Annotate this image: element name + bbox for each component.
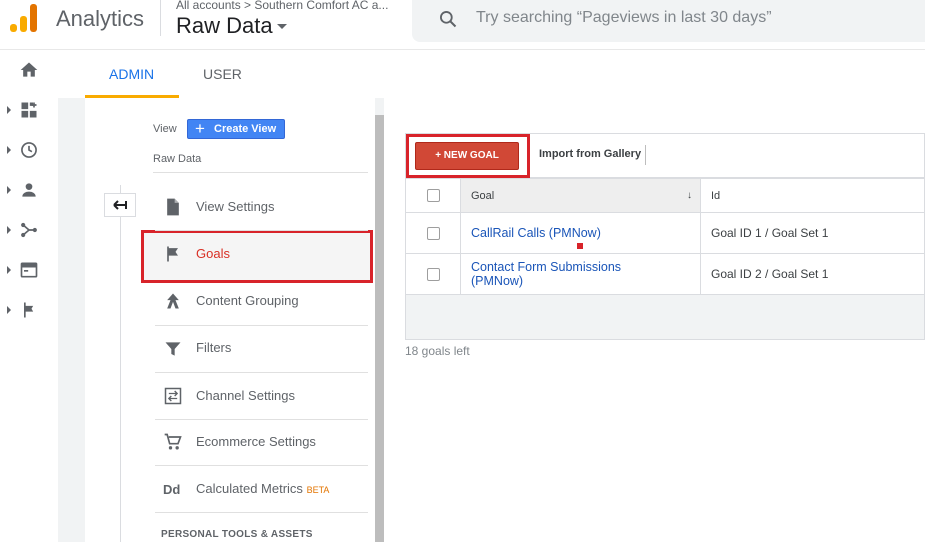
row-checkbox[interactable] bbox=[426, 267, 440, 281]
chevron-right-icon bbox=[7, 106, 11, 114]
chevron-right-icon bbox=[7, 146, 11, 154]
menu-item-content-grouping[interactable]: Content Grouping bbox=[155, 278, 368, 324]
menu-label: Filters bbox=[196, 340, 232, 355]
goals-left-text: 18 goals left bbox=[405, 344, 470, 358]
search-icon bbox=[440, 11, 457, 28]
tree-line bbox=[120, 185, 121, 542]
new-goal-highlight-box bbox=[406, 134, 530, 178]
view-column-scrollbar[interactable] bbox=[375, 115, 384, 542]
goals-table: Goal ↓ Id CallRail Calls (PMNow) Goal ID… bbox=[405, 178, 925, 295]
nav-realtime[interactable] bbox=[0, 130, 58, 170]
back-button[interactable] bbox=[104, 193, 136, 217]
channel-icon bbox=[164, 387, 182, 405]
view-label: View bbox=[153, 123, 177, 135]
goal-link[interactable]: CallRail Calls (PMNow) bbox=[471, 226, 601, 240]
menu-label: Content Grouping bbox=[196, 293, 299, 308]
toolbar-divider bbox=[645, 145, 646, 165]
menu-label: View Settings bbox=[196, 199, 275, 214]
tab-user[interactable]: USER bbox=[203, 66, 242, 82]
sort-arrow-icon: ↓ bbox=[687, 190, 692, 201]
dashboard-icon bbox=[21, 102, 37, 118]
section-header: PERSONAL TOOLS & ASSETS bbox=[161, 529, 313, 540]
table-header-row: Goal ↓ Id bbox=[405, 178, 925, 213]
nav-behavior[interactable] bbox=[0, 250, 58, 290]
view-selected[interactable]: Raw Data bbox=[153, 153, 201, 165]
row-checkbox-cell bbox=[405, 212, 461, 254]
nav-audience[interactable] bbox=[0, 170, 58, 210]
goal-header-label: Goal bbox=[471, 189, 495, 202]
breadcrumb[interactable]: All accounts > Southern Comfort AC a... bbox=[176, 0, 388, 12]
create-view-button[interactable]: + Create View bbox=[187, 119, 285, 139]
id-cell: Goal ID 2 / Goal Set 1 bbox=[700, 253, 925, 295]
analytics-logo-icon[interactable] bbox=[10, 4, 38, 32]
goal-cell: Contact Form Submissions (PMNow) bbox=[460, 253, 701, 295]
menu-item-view-settings[interactable]: View Settings bbox=[155, 184, 368, 230]
search-bar[interactable]: Try searching “Pageviews in last 30 days… bbox=[412, 0, 925, 42]
chevron-right-icon bbox=[7, 226, 11, 234]
cart-icon bbox=[164, 433, 182, 450]
behavior-icon bbox=[20, 262, 38, 278]
menu-item-filters[interactable]: Filters bbox=[155, 326, 368, 372]
view-selector[interactable]: Raw Data bbox=[176, 13, 273, 39]
select-all-cell bbox=[405, 178, 461, 213]
row-checkbox-cell bbox=[405, 253, 461, 295]
tab-admin[interactable]: ADMIN bbox=[109, 66, 154, 82]
left-nav bbox=[0, 50, 58, 542]
divider bbox=[153, 172, 368, 173]
menu-item-channel-settings[interactable]: Channel Settings bbox=[155, 373, 368, 419]
acquisition-icon bbox=[21, 222, 37, 238]
id-column-header[interactable]: Id bbox=[700, 178, 925, 213]
document-icon bbox=[167, 198, 179, 216]
content-grouping-icon bbox=[167, 293, 179, 309]
nav-home[interactable] bbox=[0, 50, 58, 90]
arrow-left-icon bbox=[113, 200, 127, 210]
annotation-marker bbox=[577, 243, 583, 249]
menu-label-text: Calculated Metrics bbox=[196, 481, 303, 496]
goal-column-header[interactable]: Goal ↓ bbox=[460, 178, 701, 213]
menu-item-calculated-metrics[interactable]: Dd Calculated Metrics BETA bbox=[155, 466, 368, 512]
person-icon bbox=[22, 183, 36, 197]
goal-link-line2: (PMNow) bbox=[471, 274, 524, 288]
flag-icon bbox=[24, 302, 34, 318]
menu-item-ecommerce-settings[interactable]: Ecommerce Settings bbox=[155, 419, 368, 465]
id-cell: Goal ID 1 / Goal Set 1 bbox=[700, 212, 925, 254]
chevron-right-icon bbox=[7, 266, 11, 274]
flag-icon bbox=[167, 246, 178, 262]
menu-label: Channel Settings bbox=[196, 388, 296, 403]
app-name: Analytics bbox=[56, 6, 145, 31]
chevron-right-icon bbox=[7, 186, 11, 194]
clock-icon bbox=[21, 142, 37, 158]
filter-icon bbox=[165, 342, 181, 356]
top-bar: Analytics All accounts > Southern Comfor… bbox=[0, 0, 925, 50]
beta-badge: BETA bbox=[306, 485, 330, 495]
divider bbox=[155, 512, 368, 513]
table-row: Contact Form Submissions (PMNow) Goal ID … bbox=[405, 253, 925, 295]
goal-link[interactable]: Contact Form Submissions (PMNow) bbox=[471, 260, 621, 288]
chevron-down-icon[interactable] bbox=[277, 24, 287, 29]
plus-icon: + bbox=[195, 119, 205, 138]
table-row: CallRail Calls (PMNow) Goal ID 1 / Goal … bbox=[405, 212, 925, 254]
nav-acquisition[interactable] bbox=[0, 210, 58, 250]
nav-conversions[interactable] bbox=[0, 290, 58, 330]
search-input[interactable]: Try searching “Pageviews in last 30 days… bbox=[476, 9, 772, 27]
menu-label: Calculated Metrics BETA bbox=[196, 481, 329, 496]
dd-icon: Dd bbox=[163, 482, 181, 497]
create-view-label: Create View bbox=[214, 123, 277, 135]
menu-label: Goals bbox=[196, 246, 230, 261]
select-all-checkbox[interactable] bbox=[426, 189, 440, 202]
table-footer bbox=[405, 295, 925, 340]
row-checkbox[interactable] bbox=[426, 226, 440, 240]
admin-tabs: ADMIN USER bbox=[58, 50, 925, 98]
import-from-gallery-link[interactable]: Import from Gallery bbox=[539, 148, 641, 160]
menu-label: Ecommerce Settings bbox=[196, 434, 316, 449]
header-divider bbox=[160, 0, 161, 36]
goal-link-line1: Contact Form Submissions bbox=[471, 260, 622, 274]
home-icon bbox=[20, 62, 38, 77]
id-header-label: Id bbox=[711, 189, 721, 202]
nav-customization[interactable] bbox=[0, 90, 58, 130]
chevron-right-icon bbox=[7, 306, 11, 314]
menu-item-goals[interactable]: Goals bbox=[155, 231, 368, 277]
